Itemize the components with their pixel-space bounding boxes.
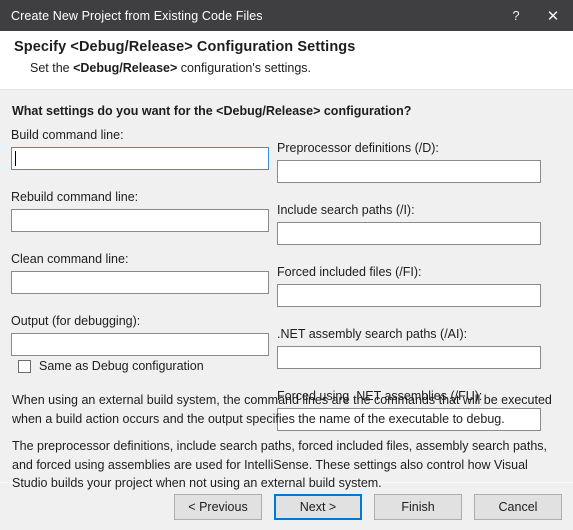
subtitle-suffix: configuration's settings. <box>177 61 312 75</box>
left-field-column: Build command line: Rebuild command line… <box>11 128 269 356</box>
field-build-command-line: Build command line: <box>11 128 269 170</box>
help-icon[interactable]: ? <box>499 0 533 31</box>
input-wrapper <box>11 147 269 170</box>
subtitle-prefix: Set the <box>30 61 74 75</box>
dotnet-assembly-search-paths-input[interactable] <box>277 346 541 369</box>
field-label: Include search paths (/I): <box>277 203 415 217</box>
titlebar: Create New Project from Existing Code Fi… <box>0 0 573 31</box>
build-command-line-input[interactable] <box>11 147 269 170</box>
field-label: Clean command line: <box>11 252 129 266</box>
field-label: Preprocessor definitions (/D): <box>277 141 439 155</box>
field-rebuild-command-line: Rebuild command line: <box>11 190 269 232</box>
field-label: Forced included files (/FI): <box>277 265 422 279</box>
output-for-debugging-input[interactable] <box>11 333 269 356</box>
field-dotnet-assembly-search-paths: .NET assembly search paths (/AI): <box>277 327 541 369</box>
checkbox-icon[interactable] <box>18 359 31 373</box>
field-label: Rebuild command line: <box>11 190 139 204</box>
clean-command-line-input[interactable] <box>11 271 269 294</box>
same-as-debug-label: Same as Debug configuration <box>39 359 204 373</box>
forced-included-files-input[interactable] <box>277 284 541 307</box>
preprocessor-definitions-input[interactable] <box>277 160 541 183</box>
same-as-debug-checkbox-row[interactable]: Same as Debug configuration <box>18 359 204 373</box>
page-subtitle: Set the <Debug/Release> configuration's … <box>14 61 573 75</box>
right-field-column: Preprocessor definitions (/D): Include s… <box>277 141 541 431</box>
page-title: Specify <Debug/Release> Configuration Se… <box>14 39 356 55</box>
include-search-paths-input[interactable] <box>277 222 541 245</box>
dialog-header: Specify <Debug/Release> Configuration Se… <box>0 31 573 90</box>
field-preprocessor-definitions: Preprocessor definitions (/D): <box>277 141 541 183</box>
previous-button[interactable]: < Previous <box>174 493 262 520</box>
field-forced-included-files: Forced included files (/FI): <box>277 265 541 307</box>
settings-question: What settings do you want for the <Debug… <box>12 104 412 118</box>
field-include-search-paths: Include search paths (/I): <box>277 203 541 245</box>
next-button[interactable]: Next > <box>274 493 362 520</box>
rebuild-command-line-input[interactable] <box>11 209 269 232</box>
info-paragraph-1: When using an external build system, the… <box>12 393 552 426</box>
cancel-button[interactable]: Cancel <box>474 493 562 520</box>
field-output-for-debugging: Output (for debugging): <box>11 314 269 356</box>
field-label: Build command line: <box>11 128 124 142</box>
dialog-body: What settings do you want for the <Debug… <box>0 90 573 490</box>
field-label: Output (for debugging): <box>11 314 141 328</box>
window-title: Create New Project from Existing Code Fi… <box>11 8 263 23</box>
subtitle-config-token: <Debug/Release> <box>73 61 178 75</box>
field-label: .NET assembly search paths (/AI): <box>277 327 468 341</box>
text-caret <box>15 151 16 166</box>
field-clean-command-line: Clean command line: <box>11 252 269 294</box>
wizard-dialog: Create New Project from Existing Code Fi… <box>0 0 573 530</box>
close-icon[interactable]: ✕ <box>533 0 573 31</box>
info-paragraph-2: The preprocessor definitions, include se… <box>12 439 548 490</box>
finish-button[interactable]: Finish <box>374 493 462 520</box>
